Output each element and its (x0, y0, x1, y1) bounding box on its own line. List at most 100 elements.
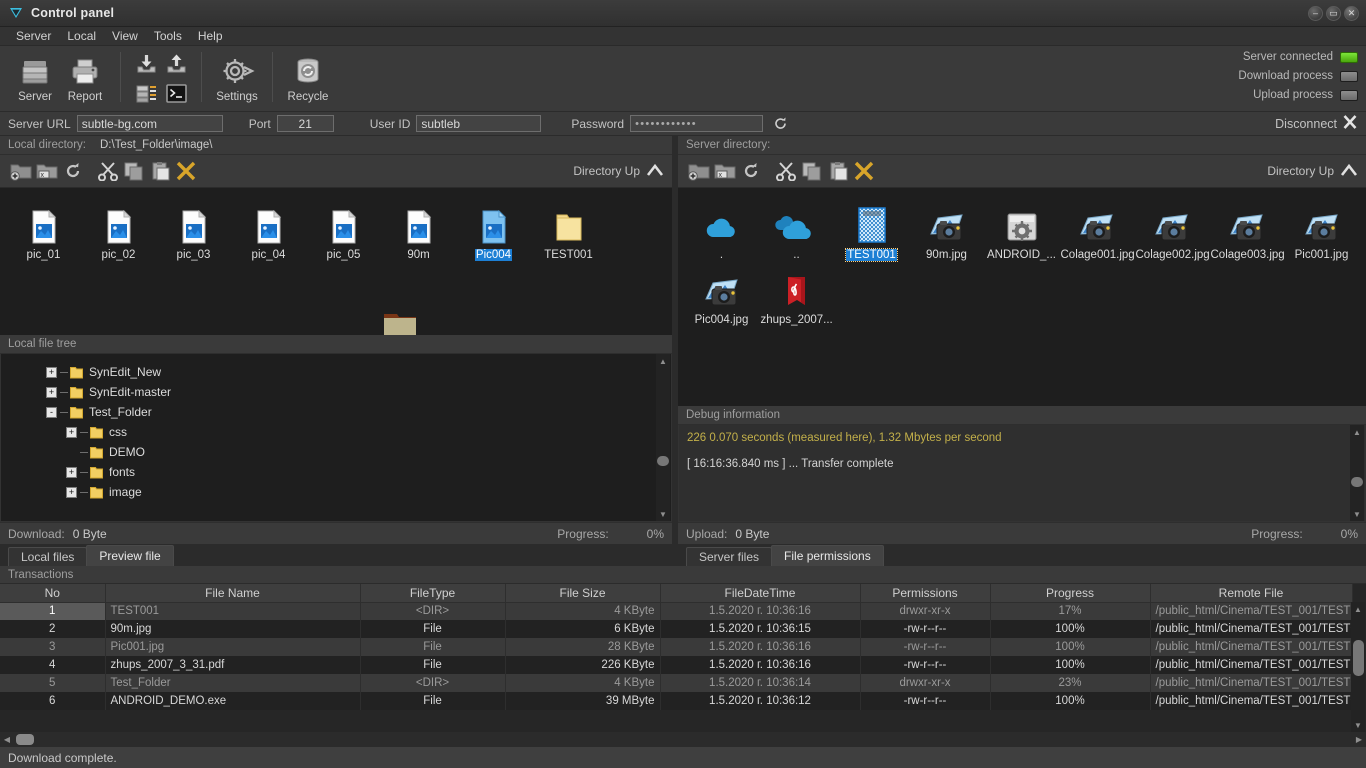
debug-output[interactable]: 226 0.070 seconds (measured here), 1.32 … (678, 425, 1366, 522)
toolbar-server-button[interactable]: Server (10, 50, 60, 103)
tree-vertical-scrollbar[interactable]: ▲ ▼ (656, 354, 670, 521)
scroll-down-icon[interactable]: ▼ (1354, 718, 1362, 732)
debug-vertical-scrollbar[interactable]: ▲ ▼ (1350, 425, 1364, 521)
column-remote-file[interactable]: Remote File (1150, 584, 1353, 603)
scroll-track[interactable] (656, 368, 670, 507)
menu-local[interactable]: Local (59, 27, 104, 46)
server-file-item[interactable]: Pic004.jpg (684, 261, 759, 326)
server-file-item[interactable]: . (684, 196, 759, 261)
port-input[interactable] (276, 115, 334, 132)
refresh-spinner-icon[interactable] (773, 116, 788, 131)
tree-node-image[interactable]: + image (1, 482, 671, 502)
tab-file-permissions[interactable]: File permissions (771, 545, 884, 566)
toolbar-report-button[interactable]: Report (60, 50, 110, 103)
tree-expander-icon[interactable]: + (46, 366, 57, 378)
server-file-item[interactable]: ANDROID_... (984, 196, 1059, 261)
maximize-button[interactable]: ▭ (1326, 5, 1341, 21)
console-icon[interactable] (162, 80, 190, 107)
password-input[interactable] (630, 115, 764, 132)
server-file-item[interactable]: .. (759, 196, 834, 261)
scroll-up-icon[interactable]: ▲ (1354, 602, 1362, 616)
column-file-type[interactable]: FileType (360, 584, 506, 603)
scroll-right-icon[interactable]: ▶ (1352, 735, 1366, 744)
scroll-down-icon[interactable]: ▼ (1353, 507, 1361, 521)
table-row[interactable]: 6 ANDROID_DEMO.exe File 39 MByte 1.5.202… (0, 692, 1353, 710)
scroll-thumb[interactable] (657, 456, 669, 466)
column-progress[interactable]: Progress (990, 584, 1151, 603)
server-file-item[interactable]: Pic001.jpg (1284, 196, 1359, 261)
scroll-down-icon[interactable]: ▼ (659, 507, 667, 521)
server-file-area[interactable]: . .. TEST001 90m.jpg ANDROID_... Colage0… (678, 188, 1366, 406)
new-folder-icon[interactable] (8, 158, 34, 184)
column-file-name[interactable]: File Name (105, 584, 361, 603)
server-file-item[interactable]: Colage001.jpg (1059, 196, 1134, 261)
transactions-table-wrap[interactable]: No File Name FileType File Size FileDate… (0, 583, 1366, 732)
table-row[interactable]: 1 TEST001 <DIR> 4 KByte 1.5.2020 г. 10:3… (0, 602, 1353, 620)
scroll-left-icon[interactable]: ◀ (0, 735, 14, 744)
local-file-item[interactable]: pic_03 (156, 196, 231, 261)
table-row[interactable]: 2 90m.jpg File 6 KByte 1.5.2020 г. 10:36… (0, 620, 1353, 638)
new-folder-icon[interactable] (686, 158, 712, 184)
rename-folder-icon[interactable]: x (34, 158, 60, 184)
server-url-input[interactable] (76, 115, 223, 132)
tab-server-files[interactable]: Server files (686, 547, 773, 566)
scroll-up-icon[interactable]: ▲ (659, 354, 667, 368)
server-file-item-selected[interactable]: TEST001 (834, 196, 909, 262)
tree-node-test-folder[interactable]: - Test_Folder (1, 402, 671, 422)
tab-local-files[interactable]: Local files (8, 547, 88, 566)
close-button[interactable]: ✕ (1344, 5, 1359, 21)
disconnect-button[interactable]: Disconnect (1275, 114, 1358, 133)
table-horizontal-scrollbar[interactable]: ◀ ▶ (0, 732, 1366, 746)
scroll-thumb[interactable] (1351, 477, 1363, 487)
rename-folder-icon[interactable]: x (712, 158, 738, 184)
paste-icon[interactable] (825, 158, 851, 184)
column-permissions[interactable]: Permissions (860, 584, 991, 603)
cut-icon[interactable] (773, 158, 799, 184)
local-file-item-selected[interactable]: Pic004 (456, 196, 531, 261)
user-id-input[interactable] (416, 115, 542, 132)
menu-help[interactable]: Help (190, 27, 231, 46)
tree-node-demo[interactable]: DEMO (1, 442, 671, 462)
tree-expander-icon[interactable]: + (66, 486, 77, 498)
server-file-item[interactable]: Colage002.jpg (1134, 196, 1209, 261)
table-row[interactable]: 3 Pic001.jpg File 28 KByte 1.5.2020 г. 1… (0, 638, 1353, 656)
column-file-date[interactable]: FileDateTime (660, 584, 861, 603)
table-vertical-scrollbar[interactable]: ▲ ▼ (1351, 602, 1365, 732)
toolbar-recycle-button[interactable]: Recycle (283, 50, 333, 103)
delete-x-icon[interactable] (851, 158, 877, 184)
upload-tray-icon[interactable] (162, 51, 190, 78)
local-file-item[interactable]: 90m (381, 196, 456, 261)
copy-icon[interactable] (121, 158, 147, 184)
cut-icon[interactable] (95, 158, 121, 184)
copy-icon[interactable] (799, 158, 825, 184)
paste-icon[interactable] (147, 158, 173, 184)
delete-x-icon[interactable] (173, 158, 199, 184)
tree-node-css[interactable]: + css (1, 422, 671, 442)
scroll-thumb[interactable] (1353, 640, 1364, 676)
tree-expander-icon[interactable]: + (46, 386, 57, 398)
local-file-item[interactable]: TEST001 (531, 196, 606, 261)
tree-node-fonts[interactable]: + fonts (1, 462, 671, 482)
server-file-item[interactable]: 90m.jpg (909, 196, 984, 261)
tree-expander-icon[interactable]: + (66, 426, 77, 438)
local-file-item[interactable]: pic_02 (81, 196, 156, 261)
column-no[interactable]: No (0, 584, 106, 603)
scroll-track[interactable] (1351, 616, 1365, 718)
server-list-icon[interactable] (132, 80, 160, 107)
tree-expander-icon[interactable]: - (46, 406, 57, 418)
table-row[interactable]: 5 Test_Folder <DIR> 4 KByte 1.5.2020 г. … (0, 674, 1353, 692)
server-file-item[interactable]: zhups_2007... (759, 261, 834, 326)
scroll-track[interactable] (1350, 439, 1364, 507)
minimize-button[interactable]: – (1308, 5, 1323, 21)
menu-view[interactable]: View (104, 27, 146, 46)
column-file-size[interactable]: File Size (505, 584, 661, 603)
table-row[interactable]: 4 zhups_2007_3_31.pdf File 226 KByte 1.5… (0, 656, 1353, 674)
scroll-thumb[interactable] (16, 733, 34, 745)
local-file-item[interactable]: pic_04 (231, 196, 306, 261)
local-directory-up-button[interactable]: Directory Up (573, 163, 664, 180)
local-file-item[interactable]: pic_01 (6, 196, 81, 261)
server-directory-up-button[interactable]: Directory Up (1267, 163, 1358, 180)
scroll-up-icon[interactable]: ▲ (1353, 425, 1361, 439)
server-file-item[interactable]: Colage003.jpg (1209, 196, 1284, 261)
refresh-icon[interactable] (738, 158, 764, 184)
